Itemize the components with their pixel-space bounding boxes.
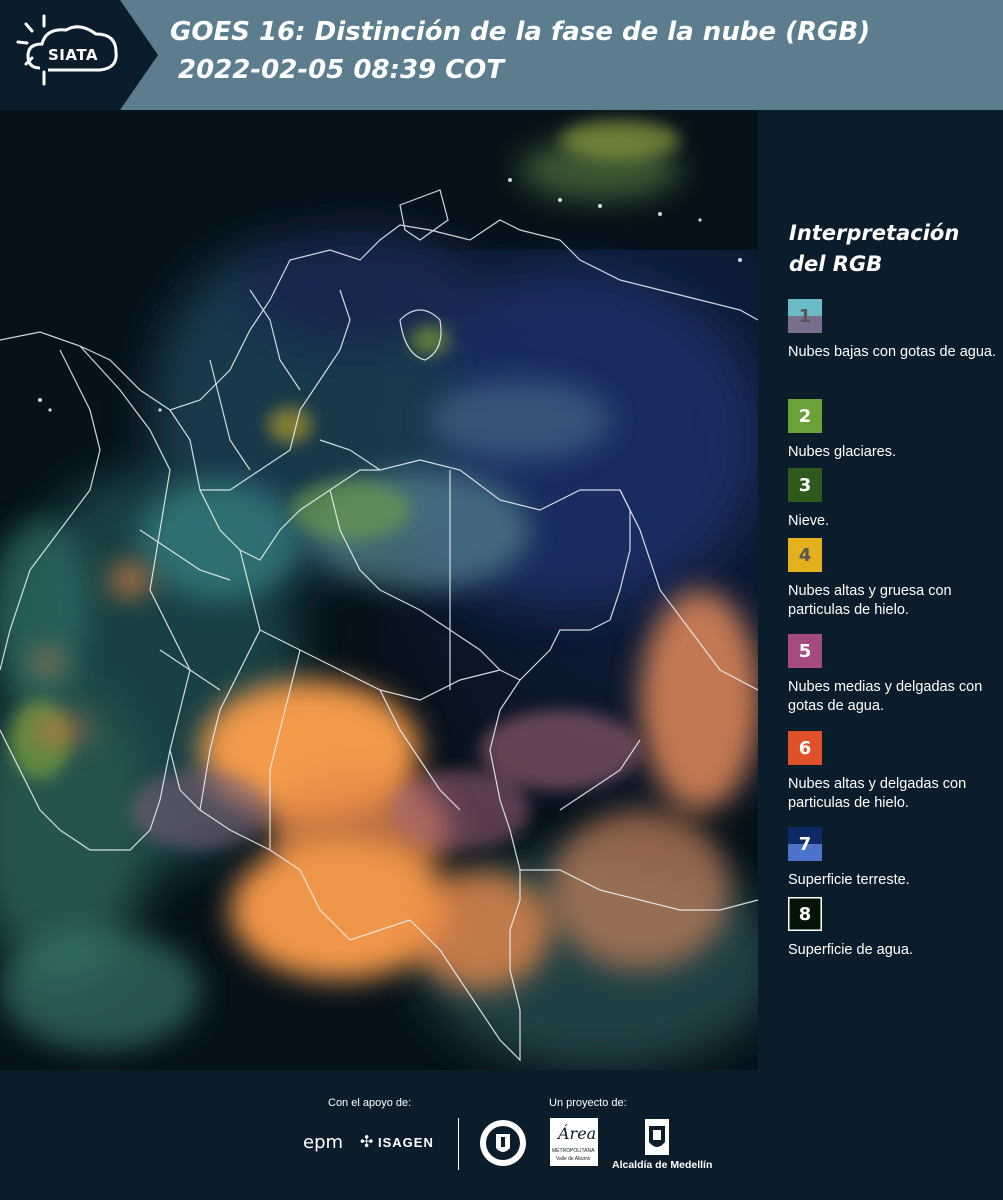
legend-swatch-6: 6 [788, 731, 822, 765]
rgb-legend: Interpretación del RGB 1 Nubes bajas con … [760, 110, 1003, 1070]
footer-divider [458, 1118, 459, 1170]
legend-swatch-8: 8 [788, 897, 822, 931]
legend-label-6: Nubes altas y delgadas con particulas de… [788, 776, 967, 811]
siata-logo-text: SIATA [48, 46, 99, 64]
footer: Con el apoyo de: Un proyecto de: epm ✣ I… [0, 1070, 1003, 1200]
legend-swatch-5: 5 [788, 634, 822, 668]
legend-swatch-4: 4 [788, 538, 822, 572]
legend-number: 2 [798, 405, 812, 427]
page-title: GOES 16: Distinción de la fase de la nub… [170, 17, 871, 47]
epm-logo: epm [303, 1132, 344, 1153]
legend-number: 4 [798, 544, 812, 566]
legend-label-8: Superficie de agua. [788, 942, 913, 958]
legend-swatch-7: 7 [788, 827, 822, 861]
project-label: Un proyecto de: [549, 1097, 627, 1109]
legend-number: 5 [798, 640, 812, 662]
alcaldia-medellin-shield-icon [644, 1118, 670, 1161]
satellite-rgb-map [0, 110, 758, 1070]
siata-logo: SIATA [0, 0, 158, 110]
legend-number: 3 [798, 474, 812, 496]
legend-number: 8 [798, 903, 812, 925]
page-timestamp: 2022-02-05 08:39 COT [178, 55, 505, 85]
legend-swatch-2: 2 [788, 399, 822, 433]
legend-number: 1 [798, 305, 812, 327]
isagen-logo-mark: ✣ [360, 1134, 374, 1151]
legend-label-7: Superficie terreste. [788, 872, 910, 888]
legend-number: 6 [798, 737, 812, 759]
area-logo-subtitle2: Valle de Aburrá [556, 1156, 590, 1162]
legend-label-3: Nieve. [788, 513, 830, 529]
header-bar: SIATA GOES 16: Distinción de la fase de … [0, 0, 1003, 110]
isagen-logo: ISAGEN [378, 1135, 434, 1150]
area-metropolitana-logo: Área METROPOLITANA Valle de Aburrá [550, 1118, 598, 1166]
legend-swatch-3: 3 [788, 468, 822, 502]
legend-number: 7 [798, 833, 812, 855]
legend-title: Interpretación del RGB [789, 221, 960, 276]
support-label: Con el apoyo de: [328, 1097, 412, 1109]
medellin-seal-logo [478, 1118, 528, 1173]
legend-label-2: Nubes glaciares. [788, 444, 896, 460]
legend-swatch-1: 1 [788, 299, 822, 333]
area-logo-name: Área [558, 1124, 597, 1143]
legend-label-5: Nubes medias y delgadas con gotas de agu… [788, 679, 983, 714]
legend-label-4: Nubes altas y gruesa con particulas de h… [788, 583, 952, 618]
area-logo-subtitle: METROPOLITANA [552, 1148, 595, 1154]
alcaldia-medellin-label: Alcaldía de Medellín [612, 1159, 713, 1171]
legend-label-1: Nubes bajas con gotas de agua. [788, 344, 996, 360]
